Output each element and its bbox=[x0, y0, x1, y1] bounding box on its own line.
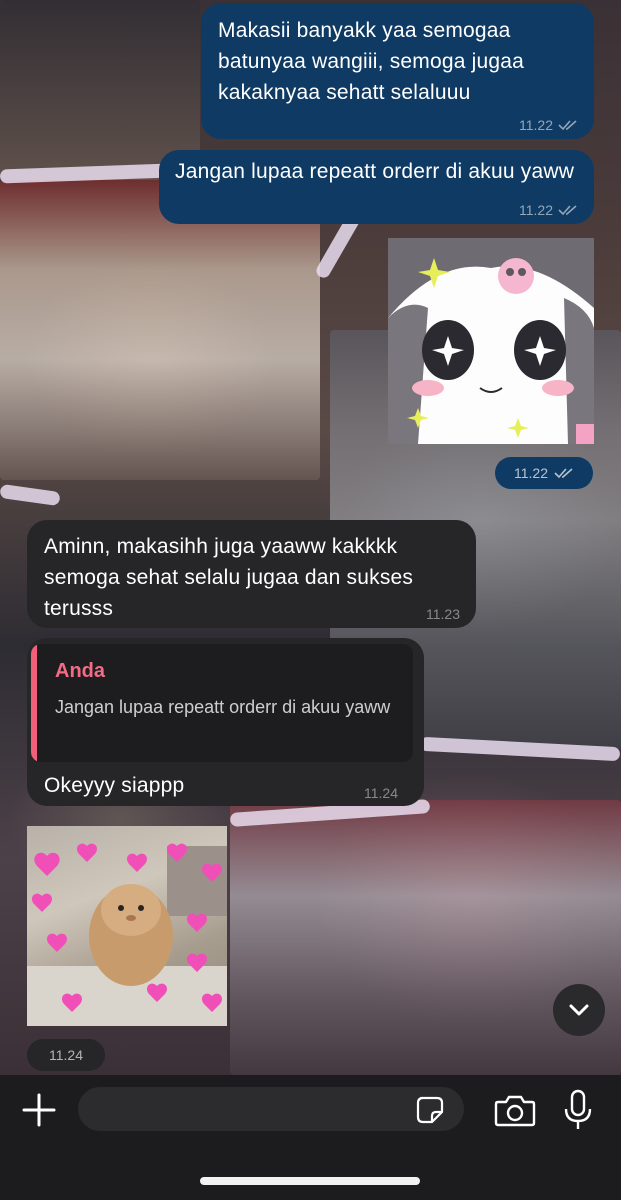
chevron-down-icon bbox=[569, 1004, 589, 1016]
message-text: Aminn, makasihh juga yaaww kakkkk semoga… bbox=[44, 535, 414, 620]
message-meta: 11.24 bbox=[27, 1039, 105, 1071]
message-time: 11.24 bbox=[364, 785, 398, 801]
message-meta: 11.22 bbox=[495, 457, 593, 489]
kuromi-sticker-image bbox=[388, 238, 594, 444]
torn-paper-strip bbox=[0, 483, 61, 507]
message-text: Okeyyy siappp bbox=[44, 774, 185, 797]
home-indicator bbox=[200, 1177, 420, 1185]
double-check-icon bbox=[554, 468, 573, 479]
message-meta: 11.22 bbox=[519, 117, 578, 133]
double-check-icon bbox=[558, 205, 577, 216]
sticker-icon[interactable] bbox=[415, 1095, 445, 1125]
message-time: 11.24 bbox=[49, 1047, 83, 1063]
camera-icon[interactable] bbox=[494, 1093, 536, 1127]
message-time: 11.22 bbox=[519, 202, 553, 218]
photo-sticker[interactable] bbox=[27, 826, 227, 1026]
hamster-hearts-image bbox=[27, 843, 227, 1026]
reply-quote-text: Jangan lupaa repeatt orderr di akuu yaww bbox=[55, 697, 391, 717]
message-text: Jangan lupaa repeatt orderr di akuu yaww bbox=[175, 160, 575, 183]
wallpaper-photo-store bbox=[230, 800, 621, 1075]
plus-icon[interactable] bbox=[20, 1091, 58, 1129]
scroll-to-bottom-button[interactable] bbox=[553, 984, 605, 1036]
message-bubble-outgoing[interactable]: Jangan lupaa repeatt orderr di akuu yaww… bbox=[159, 150, 594, 224]
message-meta: 11.23 bbox=[426, 606, 460, 622]
microphone-icon[interactable] bbox=[562, 1089, 594, 1131]
reply-quote[interactable]: Anda Jangan lupaa repeatt orderr di akuu… bbox=[31, 644, 413, 762]
wallpaper-photo-shop bbox=[0, 180, 320, 480]
message-bubble-outgoing[interactable]: Makasii banyakk yaa semogaa batunyaa wan… bbox=[201, 3, 594, 139]
message-time: 11.23 bbox=[426, 606, 460, 622]
message-bubble-incoming[interactable]: Aminn, makasihh juga yaaww kakkkk semoga… bbox=[27, 520, 476, 628]
message-time: 11.22 bbox=[519, 117, 553, 133]
message-meta: 11.22 bbox=[519, 202, 578, 218]
message-meta: 11.24 bbox=[364, 785, 398, 801]
reply-quote-author: Anda bbox=[55, 660, 105, 682]
cartoon-sticker[interactable] bbox=[388, 238, 594, 444]
message-text: Makasii banyakk yaa semogaa batunyaa wan… bbox=[218, 19, 525, 104]
double-check-icon bbox=[558, 120, 577, 131]
reply-quote-accent-bar bbox=[31, 644, 37, 762]
message-time: 11.22 bbox=[514, 465, 548, 481]
message-input[interactable] bbox=[78, 1087, 464, 1131]
